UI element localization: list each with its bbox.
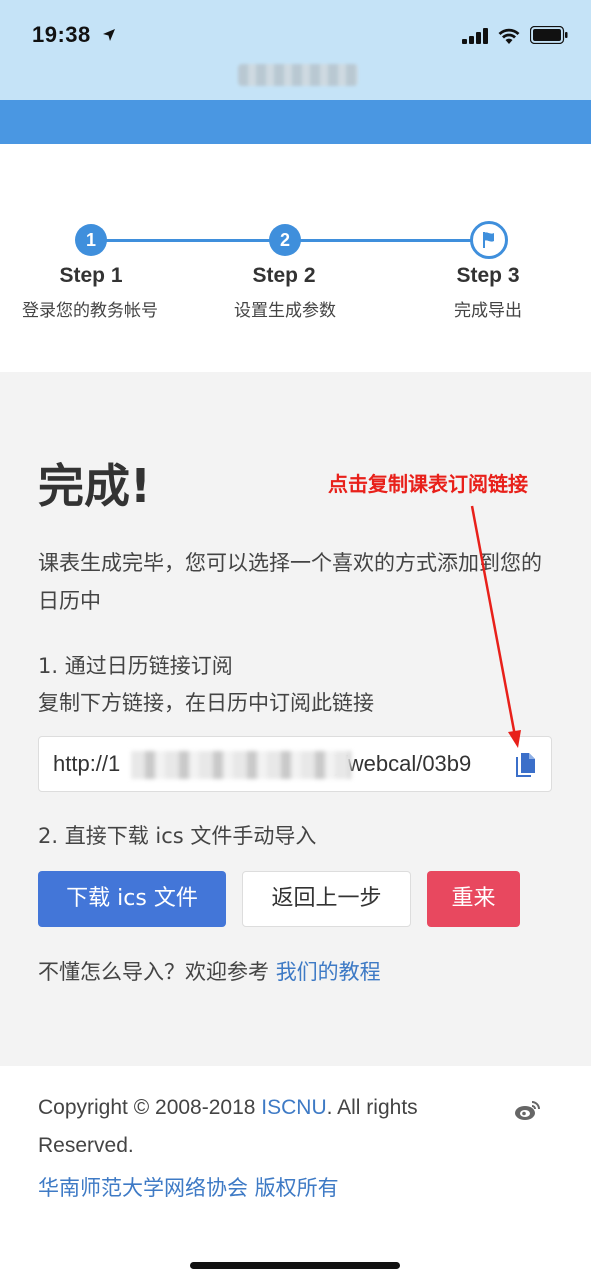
footer: Copyright © 2008-2018 ISCNU. All rights … bbox=[0, 1066, 591, 1280]
intro-text: 课表生成完毕，您可以选择一个喜欢的方式添加到您的日历中 bbox=[38, 551, 542, 613]
copy-icon[interactable] bbox=[513, 751, 537, 779]
home-indicator bbox=[190, 1262, 400, 1269]
method-1-desc: 复制下方链接，在日历中订阅此链接 bbox=[38, 691, 374, 715]
help-text: 不懂怎么导入？欢迎参考 我们的教程 bbox=[38, 956, 381, 986]
status-time: 19:38 bbox=[32, 22, 91, 47]
step-3-circle bbox=[470, 221, 508, 259]
download-ics-button[interactable]: 下载 ics 文件 bbox=[38, 871, 226, 927]
reset-button[interactable]: 重来 bbox=[427, 871, 520, 927]
step-1-title: Step 1 bbox=[59, 264, 123, 287]
copyright-suffix: . All rights bbox=[326, 1096, 418, 1119]
help-prefix: 不懂怎么导入？欢迎参考 bbox=[38, 960, 276, 984]
copyright-prefix: Copyright © 2008-2018 bbox=[38, 1096, 262, 1119]
step-3-title: Step 3 bbox=[456, 264, 520, 287]
copyright-line-2: Reserved. bbox=[38, 1134, 134, 1157]
battery-icon bbox=[530, 26, 568, 44]
subscription-link-field[interactable]: http://1 )/webcal/03b9 bbox=[38, 736, 552, 792]
page-title: 完成! bbox=[38, 459, 151, 513]
flag-icon bbox=[483, 232, 494, 248]
copyright-line: Copyright © 2008-2018 ISCNU. All rights bbox=[38, 1096, 418, 1120]
progress-steps: 1 2 Step 1 Step 2 Step 3 登录您的教务帐号 设置生成参数… bbox=[0, 144, 591, 372]
chinese-copyright[interactable]: 华南师范大学网络协会 版权所有 bbox=[38, 1172, 339, 1202]
location-arrow-icon bbox=[103, 29, 115, 41]
result-panel: 完成! 点击复制课表订阅链接 课表生成完毕，您可以选择一个喜欢的方式添加到您的日… bbox=[0, 372, 591, 1066]
step-connector bbox=[106, 239, 272, 242]
link-suffix: )/webcal/03b9 bbox=[334, 751, 472, 776]
blurred-url bbox=[238, 64, 358, 86]
step-3-desc: 完成导出 bbox=[454, 301, 522, 321]
method-1: 1. 通过日历链接订阅 复制下方链接，在日历中订阅此链接 bbox=[38, 648, 558, 722]
link-prefix: http://1 bbox=[53, 751, 121, 776]
nav-bar bbox=[0, 100, 591, 144]
step-2-desc: 设置生成参数 bbox=[234, 301, 336, 321]
method-1-title: 1. 通过日历链接订阅 bbox=[38, 654, 233, 678]
wifi-icon bbox=[498, 28, 520, 44]
step-connector bbox=[300, 239, 474, 242]
cellular-signal-icon bbox=[462, 28, 488, 44]
step-1-desc: 登录您的教务帐号 bbox=[22, 301, 158, 321]
back-button[interactable]: 返回上一步 bbox=[242, 871, 411, 927]
iscnu-link[interactable]: ISCNU bbox=[261, 1096, 326, 1119]
step-2-title: Step 2 bbox=[252, 264, 316, 287]
method-2-title: 2. 直接下载 ics 文件手动导入 bbox=[38, 824, 317, 848]
step-2-circle: 2 bbox=[269, 224, 301, 256]
tutorial-link[interactable]: 我们的教程 bbox=[276, 960, 381, 984]
step-1-circle: 1 bbox=[75, 224, 107, 256]
status-bar: 19:38 bbox=[0, 0, 591, 100]
annotation-text: 点击复制课表订阅链接 bbox=[328, 472, 528, 496]
weibo-icon[interactable] bbox=[514, 1098, 542, 1122]
blurred-link-part bbox=[131, 751, 351, 779]
